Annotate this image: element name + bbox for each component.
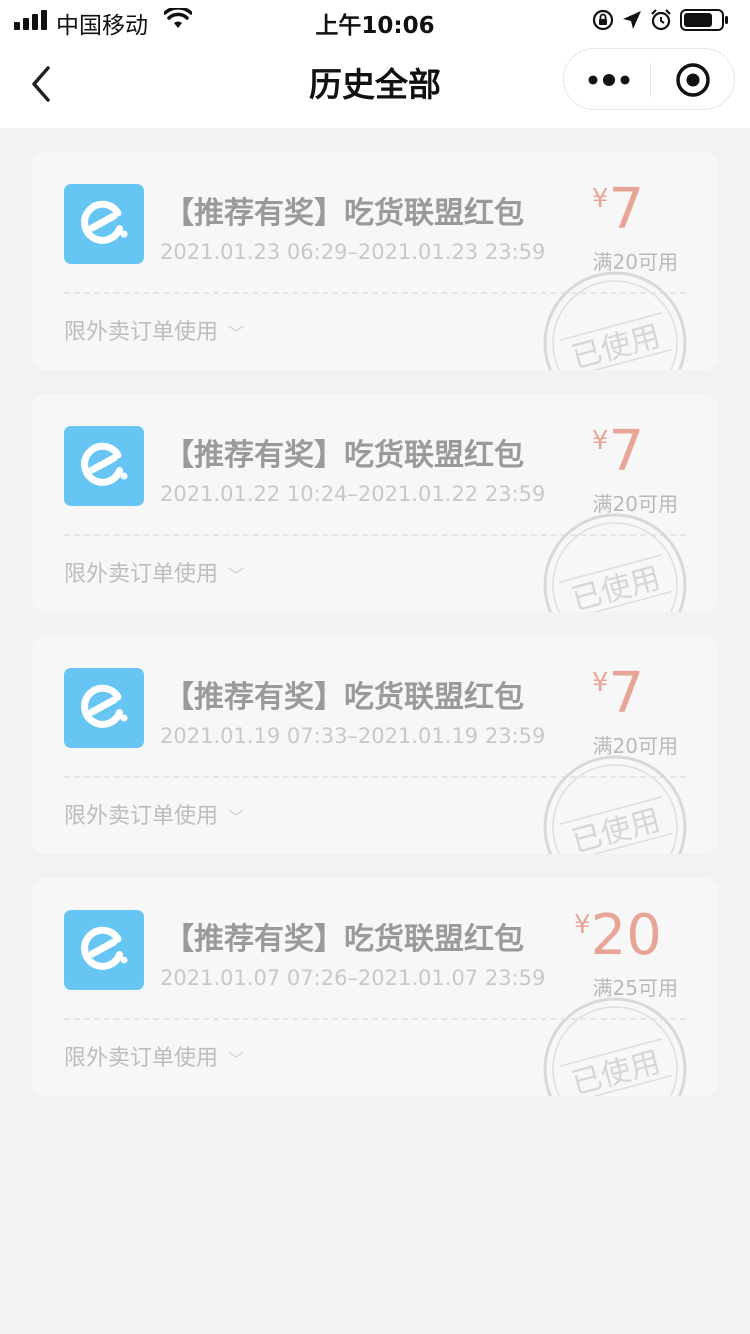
currency-symbol: ¥ bbox=[591, 668, 609, 698]
currency-symbol: ¥ bbox=[574, 910, 591, 940]
coupon-amount: 20 bbox=[590, 903, 662, 968]
currency-symbol: ¥ bbox=[591, 184, 609, 214]
coupon-validity: 2021.01.07 07:26–2021.01.07 23:59 bbox=[160, 966, 546, 990]
usage-restriction-toggle[interactable]: 限外卖订单使用 ﹀ bbox=[64, 556, 244, 588]
chevron-down-icon: ﹀ bbox=[228, 324, 245, 343]
status-bar: 中国移动 上午10:06 bbox=[0, 0, 750, 40]
eleme-logo-icon bbox=[64, 184, 144, 264]
coupon-price: ¥7 bbox=[548, 420, 688, 484]
coupon-title: 【推荐有奖】吃货联盟红包 bbox=[164, 922, 524, 957]
eleme-logo-icon bbox=[64, 910, 144, 990]
coupon-title: 【推荐有奖】吃货联盟红包 bbox=[164, 680, 524, 715]
chevron-down-icon: ﹀ bbox=[228, 1050, 245, 1069]
usage-restriction-toggle[interactable]: 限外卖订单使用 ﹀ bbox=[64, 1040, 244, 1072]
coupon-price: ¥7 bbox=[548, 662, 688, 726]
usage-restriction-toggle[interactable]: 限外卖订单使用 ﹀ bbox=[64, 798, 244, 830]
currency-symbol: ¥ bbox=[591, 426, 609, 456]
close-mini-program-button[interactable] bbox=[674, 61, 712, 99]
eleme-logo-icon bbox=[64, 668, 144, 748]
coupon-card[interactable]: 【推荐有奖】吃货联盟红包 2021.01.07 07:26–2021.01.07… bbox=[32, 878, 718, 1096]
coupon-title: 【推荐有奖】吃货联盟红包 bbox=[164, 196, 524, 231]
battery-icon bbox=[680, 9, 728, 31]
usage-restriction-text: 限外卖订单使用 bbox=[64, 1046, 219, 1071]
chevron-down-icon: ﹀ bbox=[228, 566, 245, 585]
coupon-validity: 2021.01.19 07:33–2021.01.19 23:59 bbox=[160, 724, 546, 748]
stamp-text: 已使用 bbox=[568, 1045, 664, 1096]
coupon-amount: 7 bbox=[608, 177, 645, 242]
usage-restriction-text: 限外卖订单使用 bbox=[64, 804, 219, 829]
usage-restriction-text: 限外卖订单使用 bbox=[64, 320, 219, 345]
coupon-title: 【推荐有奖】吃货联盟红包 bbox=[164, 438, 524, 473]
mini-program-capsule bbox=[563, 48, 735, 110]
coupon-card[interactable]: 【推荐有奖】吃货联盟红包 2021.01.22 10:24–2021.01.22… bbox=[32, 394, 718, 612]
eleme-logo-icon bbox=[64, 426, 144, 506]
coupon-card[interactable]: 【推荐有奖】吃货联盟红包 2021.01.19 07:33–2021.01.19… bbox=[32, 636, 718, 854]
stamp-text: 已使用 bbox=[568, 561, 664, 612]
orientation-lock-icon bbox=[592, 9, 614, 31]
coupon-price: ¥7 bbox=[548, 178, 688, 242]
usage-restriction-toggle[interactable]: 限外卖订单使用 ﹀ bbox=[64, 314, 244, 346]
chevron-down-icon: ﹀ bbox=[228, 808, 245, 827]
coupon-amount: 7 bbox=[608, 419, 645, 484]
alarm-icon bbox=[651, 9, 671, 31]
used-stamp-icon: 已使用 bbox=[543, 997, 687, 1096]
coupon-card[interactable]: 【推荐有奖】吃货联盟红包 2021.01.23 06:29–2021.01.23… bbox=[32, 152, 718, 370]
coupon-validity: 2021.01.22 10:24–2021.01.22 23:59 bbox=[160, 482, 546, 506]
nav-bar: 历史全部 bbox=[0, 40, 750, 128]
used-stamp-icon: 已使用 bbox=[543, 271, 687, 370]
coupon-validity: 2021.01.23 06:29–2021.01.23 23:59 bbox=[160, 240, 546, 264]
used-stamp-icon: 已使用 bbox=[543, 755, 687, 854]
location-arrow-icon bbox=[623, 11, 641, 29]
stamp-text: 已使用 bbox=[568, 803, 664, 854]
more-options-button[interactable] bbox=[586, 66, 632, 94]
coupon-price: ¥20 bbox=[548, 904, 688, 968]
coupon-amount: 7 bbox=[608, 661, 645, 726]
capsule-divider bbox=[650, 63, 651, 97]
usage-restriction-text: 限外卖订单使用 bbox=[64, 562, 219, 587]
used-stamp-icon: 已使用 bbox=[543, 513, 687, 612]
stamp-text: 已使用 bbox=[568, 319, 664, 370]
